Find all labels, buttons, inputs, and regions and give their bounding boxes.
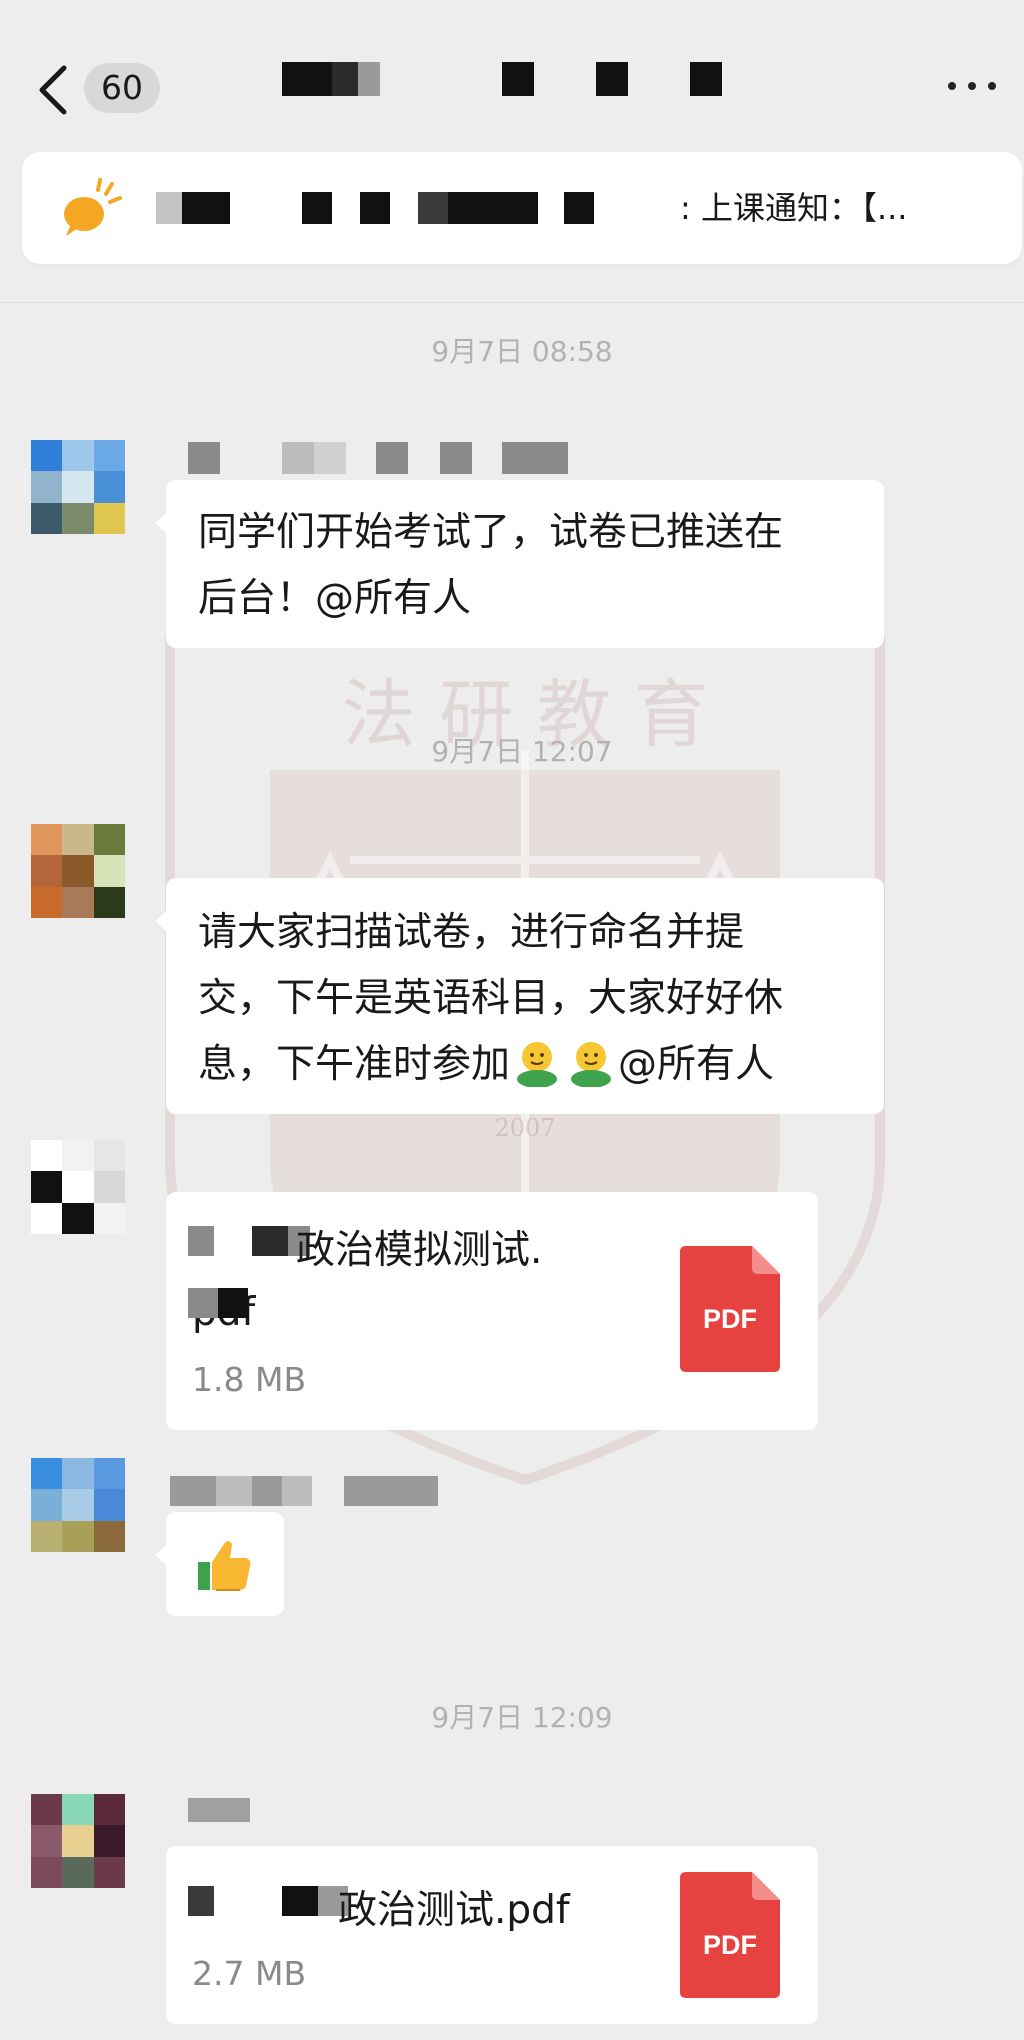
sender-name-redacted xyxy=(188,1798,250,1822)
back-button[interactable] xyxy=(34,60,74,120)
file-name: 政治模拟测试. xyxy=(296,1228,543,1273)
timestamp: 9月7日 12:09 xyxy=(431,1701,613,1734)
file-message-card[interactable]: 政治模拟测试. pdf 1.8 MB PDF xyxy=(166,1192,818,1430)
mention-all: @所有人 xyxy=(618,1042,775,1087)
watermark-year: 2007 xyxy=(494,1114,555,1142)
chevron-left-icon xyxy=(39,65,67,115)
file-name-redacted xyxy=(188,1886,358,1916)
sender-name-redacted xyxy=(170,1476,438,1506)
pdf-file-icon: PDF xyxy=(680,1246,780,1372)
message-text-line: 息，下午准时参加 @所有人 xyxy=(198,1032,852,1098)
pdf-file-icon: PDF xyxy=(680,1872,780,1998)
avatar[interactable] xyxy=(31,1458,125,1552)
message-text: 息，下午准时参加 xyxy=(198,1042,511,1087)
hug-face-emoji-icon xyxy=(571,1042,612,1087)
dot-icon xyxy=(968,82,976,90)
file-name-redacted xyxy=(188,1288,248,1318)
dot-icon xyxy=(988,82,996,90)
file-message-card[interactable]: 政治测试.pdf 2.7 MB PDF xyxy=(166,1846,818,2024)
file-name: 政治测试.pdf xyxy=(338,1888,570,1933)
file-size: 2.7 MB xyxy=(192,1954,307,1993)
chat-title-redacted xyxy=(282,62,722,96)
avatar[interactable] xyxy=(31,1794,125,1888)
header-divider xyxy=(0,302,1024,303)
pinned-sender-redacted xyxy=(156,192,676,224)
message-text-line: 请大家扫描试卷，进行命名并提 xyxy=(198,910,745,955)
timestamp: 9月7日 08:58 xyxy=(431,335,613,368)
avatar[interactable] xyxy=(31,1140,125,1234)
message-text-line: 交，下午是英语科目，大家好好休 xyxy=(198,976,784,1021)
avatar[interactable] xyxy=(31,440,125,534)
dot-icon xyxy=(948,82,956,90)
pdf-label: PDF xyxy=(703,1930,757,1960)
emoji-message-bubble[interactable] xyxy=(155,1512,284,1616)
message-bubble[interactable]: 同学们开始考试了，试卷已推送在 后台！@所有人 xyxy=(155,480,884,648)
message-bubble[interactable]: 请大家扫描试卷，进行命名并提 交，下午是英语科目，大家好好休 息，下午准时参加 … xyxy=(155,878,884,1114)
more-options-button[interactable] xyxy=(944,66,1000,106)
pinned-announcement[interactable]: : 上课通知：【... xyxy=(22,152,1022,264)
announcement-sun-icon xyxy=(64,178,122,236)
hug-face-emoji-icon xyxy=(517,1042,558,1087)
pinned-text: : 上课通知：【... xyxy=(680,189,908,227)
file-size: 1.8 MB xyxy=(192,1360,307,1399)
thumbs-up-emoji-icon xyxy=(198,1541,251,1591)
pdf-label: PDF xyxy=(703,1304,757,1334)
unread-count-badge[interactable]: 60 xyxy=(84,63,160,113)
timestamp: 9月7日 12:07 xyxy=(431,735,613,768)
avatar[interactable] xyxy=(31,824,125,918)
sender-name-redacted xyxy=(188,442,568,474)
message-text: 同学们开始考试了，试卷已推送在 后台！@所有人 xyxy=(198,510,784,621)
chat-header: 60 xyxy=(0,0,1024,150)
